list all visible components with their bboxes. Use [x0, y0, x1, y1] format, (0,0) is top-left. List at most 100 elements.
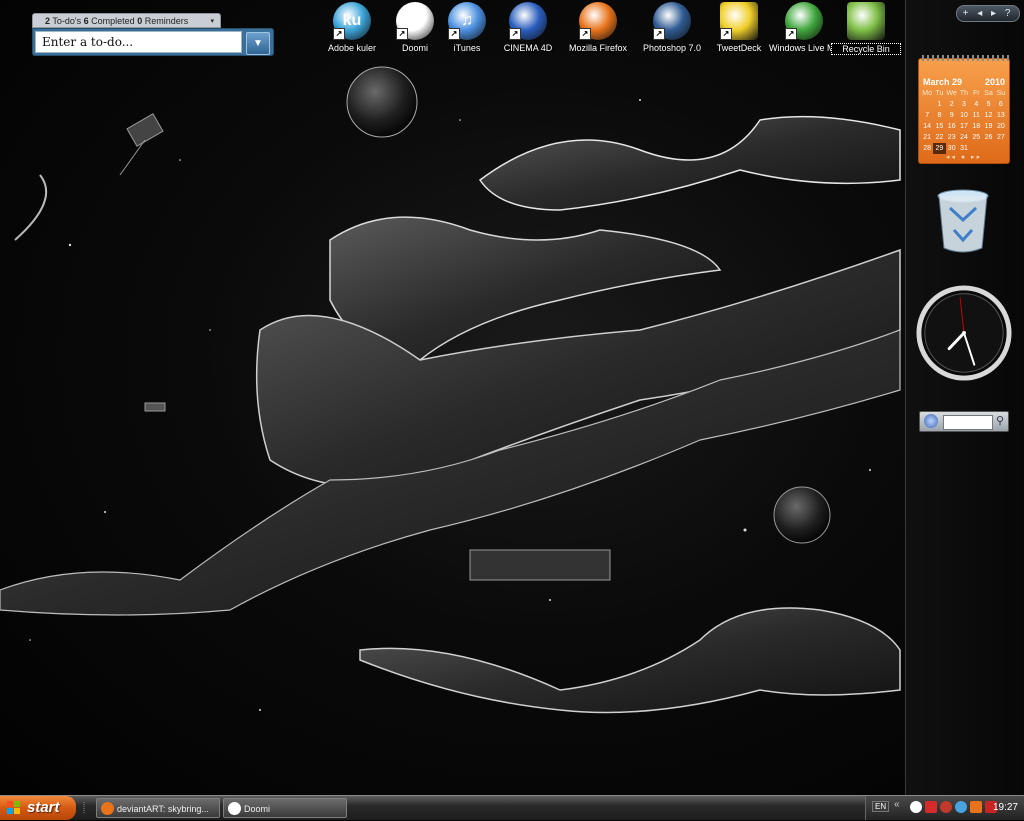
cinema4d-icon: ↗	[509, 2, 547, 40]
gmail-tray-icon[interactable]	[925, 801, 937, 813]
calendar-day[interactable]: 10	[958, 110, 970, 121]
start-button[interactable]: start	[0, 796, 76, 820]
calendar-nav[interactable]: ◂◂ ● ▸▸	[919, 153, 1009, 161]
calendar-day[interactable]: 11	[970, 110, 982, 121]
search-icon[interactable]: ⚲	[996, 414, 1004, 427]
calendar-day[interactable]: 26	[982, 132, 994, 143]
start-label: start	[27, 799, 60, 816]
desktop-icon-cinema4d[interactable]: ↗ CINEMA 4D	[493, 2, 563, 53]
calendar-day[interactable]: 19	[982, 121, 994, 132]
language-indicator[interactable]: EN	[872, 801, 890, 812]
calendar-day[interactable]: 16	[946, 121, 958, 132]
desktop-icon-recycle-bin[interactable]: Recycle Bin	[831, 2, 901, 55]
shortcut-arrow-icon: ↗	[333, 28, 345, 40]
calendar-day[interactable]: 9	[946, 110, 958, 121]
space-wallpaper	[0, 66, 901, 714]
todo-widget: 2 To-do's 6 Completed 0 Reminders ▾ ▼	[32, 13, 274, 56]
calendar-day[interactable]: 13	[995, 110, 1007, 121]
desktop-icon-label: iTunes	[453, 43, 481, 53]
todo-input-box: ▼	[32, 28, 274, 56]
chevron-down-icon[interactable]: ▾	[210, 14, 214, 29]
shortcut-arrow-icon: ↗	[579, 28, 591, 40]
calendar-day[interactable]: 12	[982, 110, 994, 121]
calendar-weekday: Fr	[972, 90, 980, 97]
calendar-weekday: Mo	[922, 90, 932, 97]
calendar-weekday: Tu	[935, 90, 944, 97]
settings-tray-icon[interactable]	[955, 801, 967, 813]
desktop-icon-photoshop[interactable]: ↗ Photoshop 7.0	[637, 2, 707, 53]
calendar-day[interactable]: 15	[933, 121, 945, 132]
show-hidden-icons-icon[interactable]: «	[894, 799, 900, 810]
firefox-icon: ↗	[579, 2, 617, 40]
calendar-day[interactable]: 4	[970, 99, 982, 110]
desktop-icon-messenger[interactable]: ↗ Windows Live Messenger	[769, 2, 872, 53]
recycle-bin-gadget-icon[interactable]	[936, 188, 990, 254]
messenger-icon: ↗	[785, 2, 823, 40]
app-tray-icon[interactable]	[970, 801, 982, 813]
calendar-day[interactable]: 18	[970, 121, 982, 132]
system-tray: EN « 19:27	[865, 796, 1024, 820]
tweetdeck-tray-icon[interactable]	[940, 801, 952, 813]
calendar-day[interactable]: 21	[921, 132, 933, 143]
calendar-gadget[interactable]: March 29 2010 Mo Tu We Th Fr Sa Su 1 2 3 4 5 6 7 8 9 10 1…	[918, 55, 1010, 164]
calendar-day[interactable]: 24	[958, 132, 970, 143]
search-scope-icon[interactable]	[924, 414, 938, 428]
desktop-background	[0, 0, 905, 795]
calendar-day[interactable]: 7	[921, 110, 933, 121]
taskbar-button[interactable]: deviantART: skybring...	[96, 798, 220, 818]
calendar-day[interactable]: 14	[921, 121, 933, 132]
taskbar-button-label: Doomi	[244, 804, 271, 814]
calendar-day[interactable]: 8	[933, 110, 945, 121]
desktop-icon-tweetdeck[interactable]: ↗ TweetDeck	[704, 2, 774, 53]
todo-dropdown-button[interactable]: ▼	[246, 32, 270, 55]
calendar-grid: Mo Tu We Th Fr Sa Su 1 2 3 4 5 6 7 8 9 10 11 12 13 14 15 16 17 1…	[919, 87, 1009, 154]
calendar-rings	[919, 55, 1009, 61]
calendar-day[interactable]: 22	[933, 132, 945, 143]
firefox-icon	[101, 802, 114, 815]
calendar-year: 2010	[984, 77, 1005, 87]
shortcut-arrow-icon: ↗	[785, 28, 797, 40]
doomi-tray-icon[interactable]	[910, 801, 922, 813]
calendar-weekday: We	[946, 90, 957, 97]
search-gadget: ⚲	[919, 411, 1009, 432]
todo-count: 2	[45, 16, 51, 26]
windows-logo-icon	[7, 801, 20, 814]
desktop-icon-adobe-kuler[interactable]: ku ↗ Adobe kuler	[317, 2, 387, 53]
calendar-day[interactable]: 1	[933, 99, 945, 110]
desktop-icon-firefox[interactable]: ↗ Mozilla Firefox	[563, 2, 633, 53]
calendar-day[interactable]: 6	[995, 99, 1007, 110]
itunes-icon: ♫ ↗	[448, 2, 486, 40]
tweetdeck-icon: ↗	[720, 2, 758, 40]
desktop-icon-itunes[interactable]: ♫ ↗ iTunes	[432, 2, 502, 53]
desktop-icon-label: CINEMA 4D	[503, 43, 553, 53]
search-input[interactable]	[943, 415, 993, 430]
reminders-label: Reminders	[144, 16, 189, 26]
calendar-day[interactable]: 2	[946, 99, 958, 110]
calendar-day[interactable]: 25	[970, 132, 982, 143]
shortcut-arrow-icon: ↗	[396, 28, 408, 40]
sidebar-toolbar[interactable]: + ◂ ▸ ?	[956, 5, 1020, 22]
desktop-icon-label: Windows Live Messenger	[769, 43, 872, 53]
desktop-icon-label: TweetDeck	[716, 43, 762, 53]
photoshop-icon: ↗	[653, 2, 691, 40]
calendar-day[interactable]: 20	[995, 121, 1007, 132]
shortcut-arrow-icon: ↗	[509, 28, 521, 40]
clock-time[interactable]: 19:27	[993, 796, 1018, 820]
calendar-day[interactable]: 3	[958, 99, 970, 110]
todo-summary-tab[interactable]: 2 To-do's 6 Completed 0 Reminders ▾	[32, 13, 221, 28]
chevron-down-icon: ▼	[253, 38, 263, 49]
calendar-day[interactable]: 27	[995, 132, 1007, 143]
taskbar-button[interactable]: Doomi	[223, 798, 347, 818]
desktop-icon-label: Adobe kuler	[327, 43, 377, 53]
desktop-icon-label: Recycle Bin	[831, 43, 901, 55]
calendar-month-day: March 29	[923, 77, 963, 87]
calendar-day[interactable]: 23	[946, 132, 958, 143]
todo-input[interactable]	[35, 31, 242, 53]
completed-label: Completed	[91, 16, 135, 26]
adobe-kuler-icon: ku ↗	[333, 2, 371, 40]
clock-gadget[interactable]	[915, 284, 1013, 382]
calendar-day[interactable]: 17	[958, 121, 970, 132]
taskbar: start deviantART: skybring... Doomi EN « …	[0, 795, 1024, 820]
calendar-day[interactable]: 5	[982, 99, 994, 110]
shortcut-arrow-icon: ↗	[653, 28, 665, 40]
